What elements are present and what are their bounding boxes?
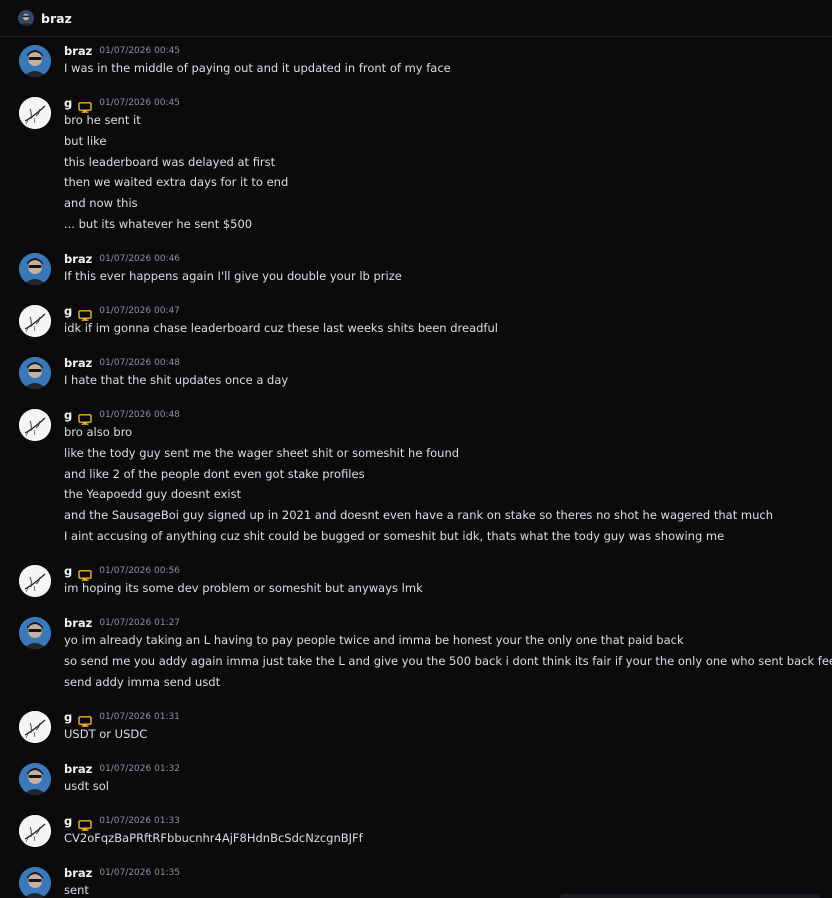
message-group: braz 01/07/2026 01:35 sent	[0, 863, 832, 898]
message-timestamp: 01/07/2026 00:56	[99, 566, 180, 576]
message-text: I hate that the shit updates once a day	[64, 373, 289, 387]
desktop-icon	[78, 306, 92, 321]
message-timestamp: 01/07/2026 00:48	[99, 410, 180, 420]
message-text: this leaderboard was delayed at first	[64, 154, 276, 169]
message-header: braz 01/07/2026 00:48	[64, 355, 180, 371]
message-text: usdt sol	[64, 779, 109, 793]
message-timestamp: 01/07/2026 00:47	[99, 306, 180, 316]
message-group: braz 01/07/2026 01:27 yo im already taking…	[0, 613, 832, 696]
message-header: g 01/07/2026 00:47	[64, 303, 180, 321]
message-group: g 01/07/2026 00:47 idk if im gonna chase l…	[0, 301, 832, 343]
message-text: like the tody guy sent me the wager shee…	[64, 445, 460, 460]
author-name[interactable]: g	[64, 304, 72, 318]
message-timestamp: 01/07/2026 01:35	[99, 868, 181, 878]
message-timestamp: 01/07/2026 00:45	[99, 46, 181, 56]
message-header: g 01/07/2026 00:56	[64, 563, 180, 581]
desktop-icon	[78, 816, 92, 831]
message-text: and the SausageBoi guy signed up in 2021…	[64, 508, 773, 523]
author-name[interactable]: g	[64, 814, 72, 828]
desktop-icon	[78, 410, 92, 425]
author-name[interactable]: g	[64, 564, 72, 578]
message-text: If this ever happens again I'll give you…	[64, 269, 402, 283]
author-name[interactable]: g	[64, 710, 72, 724]
message-timestamp: 01/07/2026 01:32	[99, 764, 181, 774]
author-name[interactable]: braz	[64, 866, 92, 880]
channel-header: braz	[0, 0, 832, 37]
message-header: braz 01/07/2026 00:45	[64, 43, 180, 59]
author-avatar[interactable]	[19, 97, 51, 129]
message-text: sent	[64, 883, 89, 897]
message-text: bro he sent it	[64, 113, 141, 127]
author-avatar[interactable]	[19, 565, 51, 597]
message-group: braz 01/07/2026 00:46 If this ever happens…	[0, 249, 832, 291]
message-text: the Yeapoedd guy doesnt exist	[64, 487, 242, 502]
desktop-icon	[78, 566, 92, 581]
desktop-icon	[78, 712, 92, 727]
message-timestamp: 01/07/2026 01:27	[99, 618, 181, 628]
message-header: braz 01/07/2026 01:32	[64, 761, 180, 777]
author-name[interactable]: braz	[64, 762, 92, 776]
composer-edge	[560, 894, 820, 898]
message-header: braz 01/07/2026 01:27	[64, 615, 180, 631]
author-name[interactable]: g	[64, 408, 72, 422]
author-name[interactable]: braz	[64, 356, 92, 370]
message-text: im hoping its some dev problem or somesh…	[64, 581, 423, 595]
author-avatar[interactable]	[19, 815, 51, 847]
message-timestamp: 01/07/2026 00:46	[99, 254, 181, 264]
desktop-icon	[78, 98, 92, 113]
message-header: g 01/07/2026 00:48	[64, 407, 180, 425]
message-text: bro also bro	[64, 425, 133, 439]
message-text: CV2oFqzBaPRftRFbbucnhr4AjF8HdnBcSdcNzcgn…	[64, 831, 363, 845]
author-avatar[interactable]	[19, 305, 51, 337]
message-header: g 01/07/2026 01:33	[64, 813, 180, 831]
message-text: then we waited extra days for it to end	[64, 175, 289, 190]
channel-title: braz	[41, 10, 72, 26]
message-group: g 01/07/2026 01:31 USDT or USDC	[0, 707, 832, 749]
message-text: and like 2 of the people dont even got s…	[64, 466, 365, 481]
message-text: so send me you addy again imma just take…	[64, 653, 832, 668]
recipient-avatar[interactable]	[18, 10, 34, 26]
author-avatar[interactable]	[19, 409, 51, 441]
author-name[interactable]: braz	[64, 252, 92, 266]
message-group: braz 01/07/2026 01:32 usdt sol	[0, 759, 832, 801]
message-group: braz 01/07/2026 00:48 I hate that the shit…	[0, 353, 832, 395]
author-name[interactable]: braz	[64, 616, 92, 630]
message-text: ... but its whatever he sent $500	[64, 217, 253, 231]
author-avatar[interactable]	[19, 253, 51, 285]
message-text: USDT or USDC	[64, 727, 148, 741]
message-group: braz 01/07/2026 00:45 I was in the middle …	[0, 41, 832, 83]
message-text: I aint accusing of anything cuz shit cou…	[64, 529, 725, 543]
message-group: g 01/07/2026 00:56 im hoping its some dev …	[0, 561, 832, 603]
author-avatar[interactable]	[19, 45, 51, 77]
author-avatar[interactable]	[19, 763, 51, 795]
message-header: g 01/07/2026 00:45	[64, 95, 180, 113]
message-text: yo im already taking an L having to pay …	[64, 633, 684, 647]
message-header: braz 01/07/2026 01:35	[64, 865, 180, 881]
message-timestamp: 01/07/2026 00:45	[99, 98, 180, 108]
message-group: g 01/07/2026 01:33 CV2oFqzBaPRftRFbbucnhr4…	[0, 811, 832, 853]
message-text: I was in the middle of paying out and it…	[64, 61, 451, 75]
author-name[interactable]: g	[64, 96, 72, 110]
author-avatar[interactable]	[19, 711, 51, 743]
author-avatar[interactable]	[19, 867, 51, 898]
message-timestamp: 01/07/2026 00:48	[99, 358, 181, 368]
message-text: idk if im gonna chase leaderboard cuz th…	[64, 321, 498, 335]
message-text: and now this	[64, 196, 138, 211]
message-group: g 01/07/2026 00:48 bro also bro like the to…	[0, 405, 832, 551]
message-group: g 01/07/2026 00:45 bro he sent it but like t…	[0, 93, 832, 239]
message-timestamp: 01/07/2026 01:31	[99, 712, 180, 722]
author-avatar[interactable]	[19, 617, 51, 649]
message-text: send addy imma send usdt	[64, 674, 221, 689]
message-header: braz 01/07/2026 00:46	[64, 251, 180, 267]
message-feed[interactable]: braz 01/07/2026 00:45 I was in the middle …	[0, 37, 832, 898]
author-name[interactable]: braz	[64, 44, 92, 58]
author-avatar[interactable]	[19, 357, 51, 389]
message-header: g 01/07/2026 01:31	[64, 709, 180, 727]
message-timestamp: 01/07/2026 01:33	[99, 816, 180, 826]
message-text: but like	[64, 133, 107, 148]
